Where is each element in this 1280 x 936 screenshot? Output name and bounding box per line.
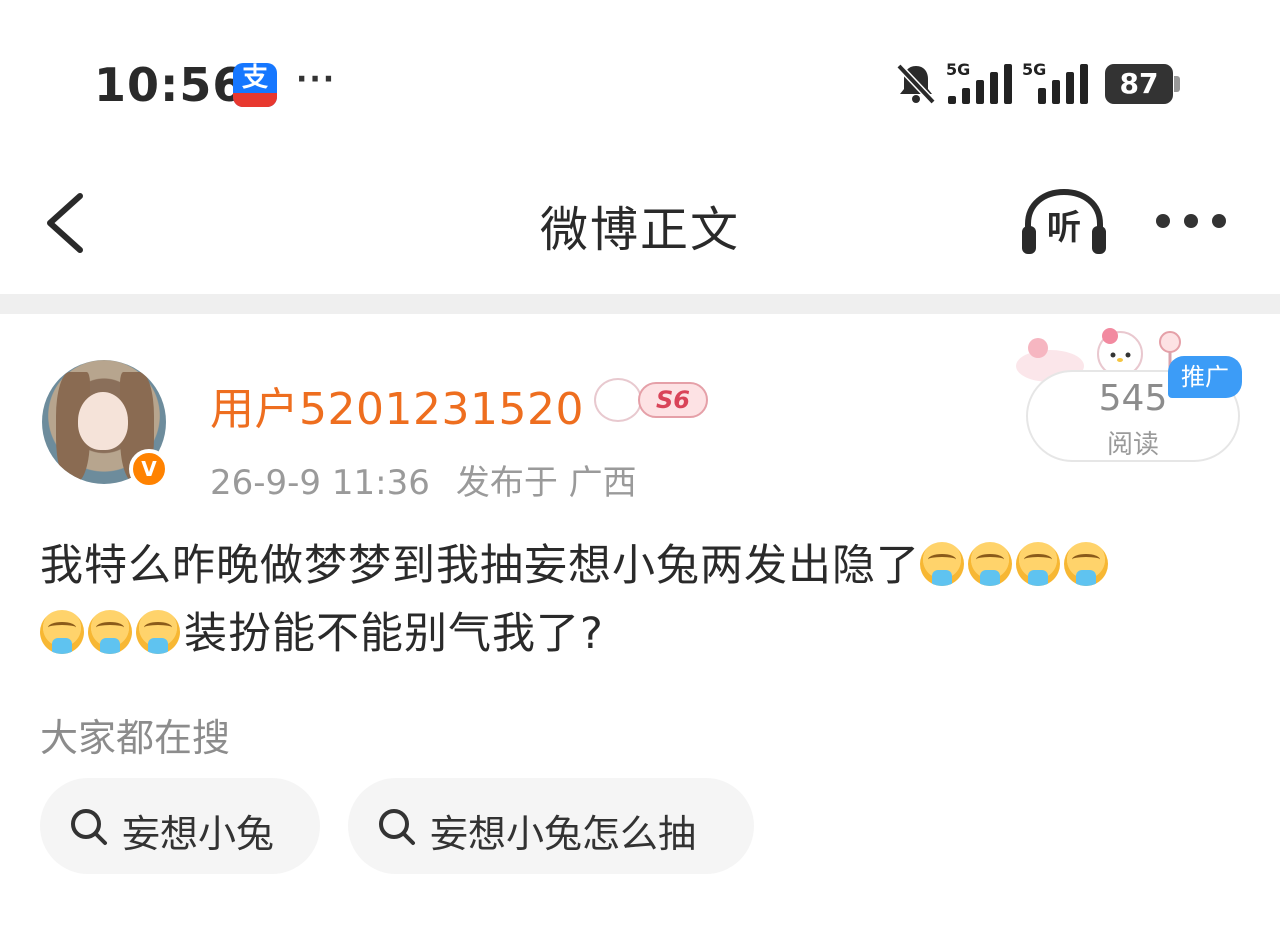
read-label: 阅读: [1106, 430, 1159, 460]
vomit-emoji-icon: [1016, 542, 1060, 586]
search-chip[interactable]: 妄想小兔: [40, 778, 320, 874]
more-dot: [1156, 214, 1170, 228]
page-title: 微博正文: [539, 202, 740, 258]
more-button[interactable]: [1152, 208, 1232, 238]
status-bar: 10:56 支 ··· 5G 5G 87: [0, 0, 1280, 170]
post-text-line2: 装扮能不能别气我了?: [184, 609, 604, 659]
emoji-row-2: [40, 609, 184, 659]
search-icon: [379, 809, 415, 845]
bunny-icon: [594, 378, 642, 422]
avatar-face: [78, 392, 128, 450]
alipay-icon-band: [233, 93, 277, 107]
listen-button[interactable]: 听: [1018, 186, 1110, 258]
signal-5g-2-icon: 5G: [1022, 60, 1092, 106]
post-location: 发布于 广西: [455, 463, 637, 503]
back-button[interactable]: [38, 188, 98, 258]
search-chip-label: 妄想小兔: [122, 812, 275, 856]
vomit-emoji-icon: [920, 542, 964, 586]
search-chip[interactable]: 妄想小兔怎么抽: [348, 778, 754, 874]
search-icon: [71, 809, 107, 845]
username[interactable]: 用户5201231520: [210, 373, 584, 437]
section-divider: [0, 294, 1280, 314]
post-meta: 26-9-9 11:36 发布于 广西: [210, 455, 663, 504]
vomit-emoji-icon: [968, 542, 1012, 586]
signal-5g-1-icon: 5G: [946, 60, 1016, 106]
vomit-emoji-icon: [88, 610, 132, 654]
emoji-row-1: [920, 541, 1112, 591]
status-time: 10:56: [94, 58, 246, 112]
more-dot: [1212, 214, 1226, 228]
post-content: 我特么昨晚做梦梦到我抽妄想小兔两发出隐了 装扮能不能别气我了?: [40, 532, 1240, 668]
post-timestamp: 26-9-9 11:36: [210, 463, 430, 503]
bell-mute-icon: [896, 63, 936, 105]
alipay-icon-glyph: 支: [241, 63, 268, 93]
more-dot: [1184, 214, 1198, 228]
post-text-line1: 我特么昨晚做梦梦到我抽妄想小兔两发出隐了: [40, 541, 920, 591]
battery-indicator: 87: [1105, 64, 1173, 104]
listen-label: 听: [1047, 208, 1081, 248]
search-chip-label: 妄想小兔怎么抽: [430, 812, 697, 856]
status-more-icon: ···: [296, 62, 337, 97]
signal-1-label: 5G: [946, 60, 971, 79]
user-level-badge[interactable]: S6: [594, 374, 716, 426]
vomit-emoji-icon: [136, 610, 180, 654]
level-label: S6: [638, 382, 708, 418]
signal-2-label: 5G: [1022, 60, 1047, 79]
battery-cap: [1174, 76, 1180, 92]
verified-badge-icon: V: [129, 449, 169, 489]
vomit-emoji-icon: [1064, 542, 1108, 586]
vomit-emoji-icon: [40, 610, 84, 654]
hot-search-label: 大家都在搜: [40, 716, 231, 760]
promo-tag[interactable]: 推广: [1168, 356, 1242, 398]
alipay-icon: 支: [233, 63, 277, 107]
